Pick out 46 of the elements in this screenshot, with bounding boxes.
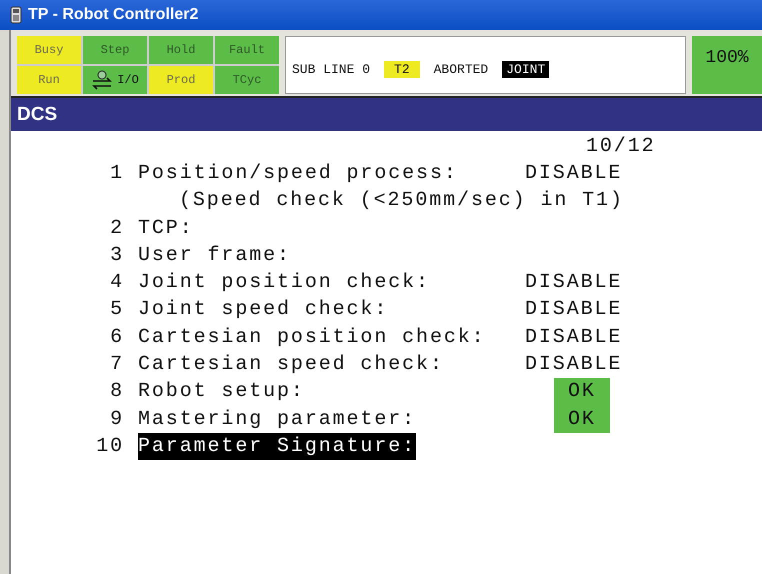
menu-item[interactable]: Robot setup: [138,378,525,406]
program-line: SUB LINE 0 [292,62,370,76]
status-lamp: Run [17,66,81,94]
status-lamp: Step [83,36,147,64]
item-number: 7 [109,352,125,378]
window-title: TP - Robot Controller2 [28,6,198,24]
item-value: DISABLE [525,270,622,296]
status-lamp: TCyc [215,66,279,94]
status-lamp: Fault [215,36,279,64]
coordinate-system: JOINT [502,60,550,78]
menu-item[interactable]: Joint position check: [138,269,525,296]
item-number: 8 [109,379,125,406]
menu-item[interactable]: Parameter Signature: [138,432,416,460]
menu-item[interactable]: Position/speed process: [138,160,525,188]
menu-item[interactable]: User frame: [138,242,525,270]
item-note: (Speed check (<250mm/sec) in T1) [178,188,624,214]
item-number: 5 [109,297,125,324]
status-lamp: Hold [149,36,213,64]
mode-indicator: T2 [384,60,420,78]
io-exchange-icon [91,70,114,90]
program-state: ABORTED [434,62,488,76]
menu-item[interactable]: TCP: [138,214,525,242]
item-number: 4 [109,270,125,296]
status-lamp: I/O [83,66,147,94]
menu-item[interactable]: Cartesian position check: [138,324,525,352]
status-ok: OK [554,378,610,406]
status-lamp: Prod [149,66,213,94]
item-number: 9 [109,406,125,433]
status-ok: OK [554,406,610,433]
menu-item[interactable]: Cartesian speed check: [138,351,525,378]
item-number: 1 [109,161,125,187]
item-value: DISABLE [525,297,622,324]
status-lamp: Busy [17,36,81,64]
item-number: 6 [109,324,125,351]
menu-item[interactable]: Mastering parameter: [138,406,525,433]
page-indicator: 10/12 [585,134,657,160]
item-number: 2 [109,216,125,242]
override-percentage: 100% [692,36,762,94]
screen-title: DCS [11,96,762,131]
item-value: DISABLE [525,324,622,351]
teach-pendant-icon [10,6,22,24]
item-value: DISABLE [525,352,622,378]
item-number: 10 [95,434,125,460]
item-number: 3 [109,242,125,269]
menu-item[interactable]: Joint speed check: [138,296,525,324]
item-value: DISABLE [525,161,622,187]
